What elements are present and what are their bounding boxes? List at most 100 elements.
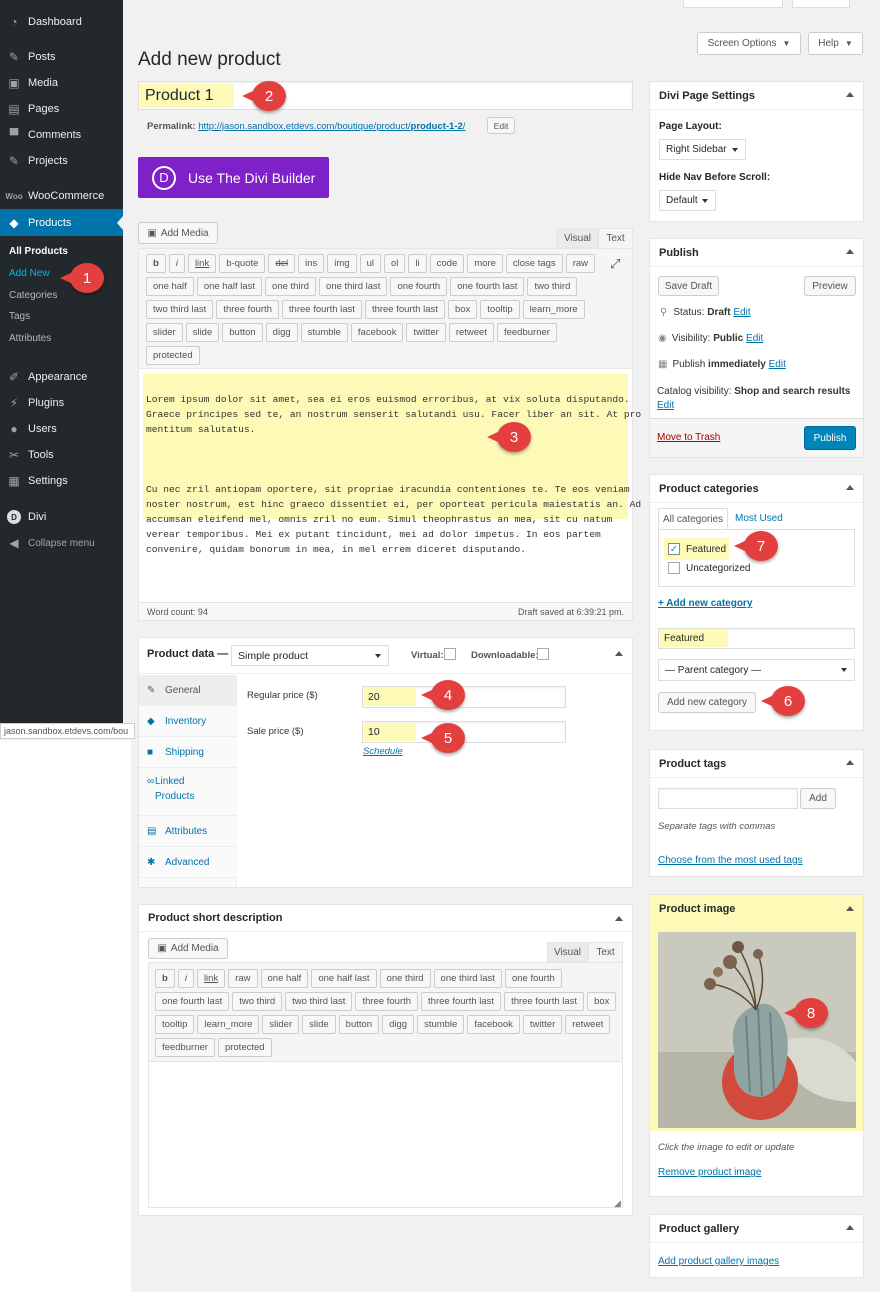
quicktag-button[interactable]: i [168, 254, 185, 273]
quicktag-button[interactable]: slider [262, 1015, 300, 1034]
quicktag-button[interactable]: ol [384, 254, 406, 273]
category-item-featured[interactable]: ✓ Featured [668, 543, 726, 555]
resize-handle-icon[interactable]: ◢ [614, 1198, 621, 1209]
permalink-url[interactable]: http://jason.sandbox.etdevs.com/boutique… [198, 121, 465, 132]
quicktag-button[interactable]: one fourth last [450, 277, 525, 296]
add-media-button[interactable]: ▣ Add Media [138, 222, 218, 244]
collapse-toggle-icon[interactable] [846, 92, 854, 97]
checkbox-checked-icon[interactable]: ✓ [668, 543, 680, 555]
tab-visual[interactable]: Visual [557, 228, 598, 248]
submenu-all-products[interactable]: All Products [9, 246, 68, 257]
quicktag-button[interactable]: two third [232, 992, 283, 1011]
tab-text[interactable]: Text [598, 228, 633, 248]
help-button[interactable]: Help ▼ [808, 32, 863, 55]
quicktag-button[interactable]: one fourth [504, 969, 562, 988]
quicktag-button[interactable]: stumble [417, 1015, 465, 1034]
menu-settings[interactable]: ▦ Settings [0, 468, 123, 494]
product-image[interactable] [658, 932, 856, 1128]
quicktag-button[interactable]: i [177, 969, 194, 988]
menu-woocommerce[interactable]: Woo WooCommerce [0, 183, 123, 209]
quicktag-button[interactable]: twitter [406, 323, 446, 342]
choose-most-used-tags-link[interactable]: Choose from the most used tags [658, 855, 803, 866]
pd-tab-inventory[interactable]: ◆ Inventory [139, 706, 237, 737]
quicktag-button[interactable]: b [155, 969, 175, 988]
downloadable-checkbox[interactable] [537, 648, 549, 660]
catalog-edit-link[interactable]: Edit [657, 400, 674, 411]
visibility-edit-link[interactable]: Edit [746, 333, 763, 344]
quicktag-button[interactable]: two third last [146, 300, 214, 319]
menu-projects[interactable]: ✎ Projects [0, 148, 123, 174]
preview-button[interactable]: Preview [804, 276, 856, 296]
page-layout-select[interactable]: Right Sidebar [659, 139, 746, 160]
quicktag-button[interactable]: facebook [467, 1015, 520, 1034]
new-category-input[interactable]: Featured [658, 628, 855, 649]
quicktag-button[interactable]: one half [146, 277, 194, 296]
add-media-button[interactable]: ▣ Add Media [148, 938, 228, 959]
quicktag-button[interactable]: three fourth last [281, 300, 362, 319]
quicktag-button[interactable]: protected [146, 346, 200, 365]
menu-pages[interactable]: ▤ Pages [0, 96, 123, 122]
quicktag-button[interactable]: retweet [565, 1015, 611, 1034]
screen-options-button[interactable]: Screen Options ▼ [697, 32, 801, 55]
category-item-uncategorized[interactable]: Uncategorized [668, 562, 750, 574]
quicktag-button[interactable]: three fourth last [421, 992, 502, 1011]
menu-tools[interactable]: ✂ Tools [0, 442, 123, 468]
menu-media[interactable]: ▣ Media [0, 70, 123, 96]
quicktag-button[interactable]: one half [260, 969, 309, 988]
short-desc-textarea[interactable] [150, 1063, 621, 1206]
quicktag-button[interactable]: one half last [196, 277, 263, 296]
tab-visual[interactable]: Visual [547, 942, 588, 962]
quicktag-button[interactable]: one fourth [390, 277, 448, 296]
submenu-attributes[interactable]: Attributes [9, 333, 51, 344]
add-tag-button[interactable]: Add [800, 788, 836, 809]
tab-most-used[interactable]: Most Used [735, 513, 783, 524]
product-title-input[interactable]: Product 1 [138, 81, 633, 110]
menu-dashboard[interactable]: ◔ Dashboard [0, 9, 123, 35]
product-type-select[interactable]: Simple product [231, 645, 389, 666]
add-gallery-images-link[interactable]: Add product gallery images [658, 1256, 779, 1267]
quicktag-button[interactable]: three fourth last [504, 992, 585, 1011]
collapse-toggle-icon[interactable] [846, 249, 854, 254]
menu-comments[interactable]: ▀ Comments [0, 122, 123, 148]
menu-products[interactable]: ◆ Products [0, 209, 123, 236]
remove-product-image-link[interactable]: Remove product image [658, 1167, 761, 1178]
collapse-toggle-icon[interactable] [615, 651, 623, 656]
quicktag-button[interactable]: slider [146, 323, 183, 342]
quicktag-button[interactable]: box [587, 992, 617, 1011]
quicktag-button[interactable]: protected [217, 1038, 272, 1057]
quicktag-button[interactable]: button [338, 1015, 380, 1034]
add-new-category-link[interactable]: + Add new category [658, 598, 752, 609]
tag-input[interactable] [658, 788, 798, 809]
quicktag-button[interactable]: close tags [505, 254, 563, 273]
pd-tab-linked-products[interactable]: ∞ Linked Products [139, 768, 237, 816]
quicktag-button[interactable]: code [429, 254, 465, 273]
permalink-edit-button[interactable]: Edit [487, 117, 515, 134]
quicktag-button[interactable]: link [196, 969, 226, 988]
quicktag-button[interactable]: one third [265, 277, 317, 296]
quicktag-button[interactable]: digg [382, 1015, 415, 1034]
quicktag-button[interactable]: retweet [448, 323, 494, 342]
fullscreen-icon[interactable]: ⤢ [610, 256, 620, 272]
quicktag-button[interactable]: b [146, 254, 166, 273]
menu-posts[interactable]: ✎ Posts [0, 44, 123, 70]
menu-appearance[interactable]: ✐ Appearance [0, 364, 123, 390]
quicktag-button[interactable]: facebook [350, 323, 404, 342]
schedule-link[interactable]: Schedule [363, 746, 403, 757]
quicktag-button[interactable]: three fourth [216, 300, 279, 319]
move-to-trash-link[interactable]: Move to Trash [657, 432, 720, 443]
quicktag-button[interactable]: stumble [300, 323, 348, 342]
quicktag-button[interactable]: one third last [433, 969, 502, 988]
collapse-toggle-icon[interactable] [846, 1225, 854, 1230]
add-new-category-button[interactable]: Add new category [658, 692, 756, 713]
collapse-menu[interactable]: ◀ Collapse menu [0, 530, 123, 556]
menu-users[interactable]: ● Users [0, 416, 123, 442]
quicktag-button[interactable]: ins [298, 254, 325, 273]
quicktag-button[interactable]: slide [302, 1015, 336, 1034]
editor-content[interactable]: Lorem ipsum dolor sit amet, sea ei eros … [146, 377, 641, 572]
parent-category-select[interactable]: — Parent category — [658, 659, 855, 681]
quicktag-button[interactable]: one third [379, 969, 431, 988]
status-edit-link[interactable]: Edit [733, 307, 750, 318]
pd-tab-shipping[interactable]: ■ Shipping [139, 737, 237, 768]
publish-button[interactable]: Publish [804, 426, 856, 450]
quicktag-button[interactable]: learn_more [522, 300, 585, 319]
